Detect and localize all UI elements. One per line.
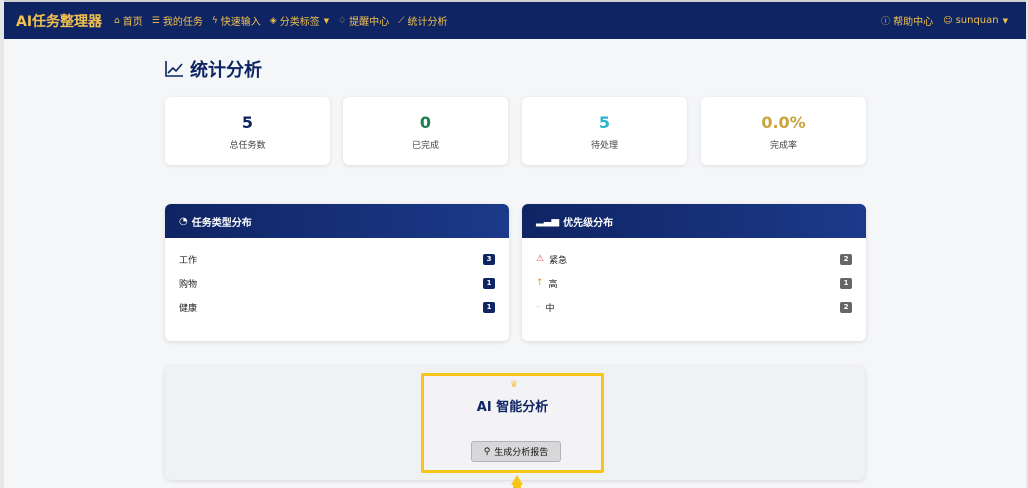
chevron-down-icon: ▼ bbox=[1002, 16, 1008, 25]
nav-item-my-tasks[interactable]: ☰ 我的任务 bbox=[151, 13, 203, 29]
pointer-arrow-stem bbox=[513, 484, 521, 488]
navbar-right: ⓘ 帮助中心 ☺ sunquan ▼ bbox=[881, 13, 1018, 28]
magic-wand-icon: ⚲ bbox=[483, 446, 491, 457]
type-label: 健康 bbox=[179, 303, 198, 314]
card-title: 任务类型分布 bbox=[191, 217, 252, 229]
nav-item-quick-input[interactable]: ϟ 快速输入 bbox=[211, 13, 261, 29]
dash-icon: – bbox=[536, 302, 541, 312]
priority-distribution-card: ▂▃▅ 优先级分布 ⚠ 紧急 2 ↑ 高 1 – 中 2 bbox=[522, 204, 866, 341]
count-badge: 2 bbox=[840, 301, 852, 313]
chevron-down-icon: ▼ bbox=[323, 16, 330, 25]
priority-item: ↑ 高 bbox=[536, 277, 558, 290]
user-menu[interactable]: ☺ sunquan ▼ bbox=[943, 15, 1008, 26]
nav-item-label: 分类标签 bbox=[279, 17, 320, 28]
top-navbar: AI任务整理器 ⌂ 首页 ☰ 我的任务 ϟ 快速输入 ◈ 分类标签 ▼ ♢ 提醒… bbox=[4, 2, 1026, 39]
nav-item-label: 快速输入 bbox=[220, 17, 261, 28]
stat-label: 待处理 bbox=[590, 141, 618, 151]
count-badge: 1 bbox=[840, 277, 852, 289]
list-item: ⚠ 紧急 2 bbox=[522, 247, 866, 271]
count-badge: 2 bbox=[840, 253, 852, 265]
help-circle-icon: ⓘ bbox=[881, 17, 891, 27]
signal-bars-icon: ▂▃▅ bbox=[536, 215, 560, 227]
pie-chart-icon: ◔ bbox=[179, 215, 188, 227]
nav-item-label: 我的任务 bbox=[162, 17, 203, 28]
arrow-up-icon: ↑ bbox=[536, 278, 544, 288]
nav-item-reminder-center[interactable]: ♢ 提醒中心 bbox=[338, 13, 390, 29]
page-title-text: 统计分析 bbox=[190, 60, 262, 81]
user-icon: ☺ bbox=[943, 15, 953, 26]
count-badge: 3 bbox=[483, 253, 495, 265]
nav-item-category-tags[interactable]: ◈ 分类标签 ▼ bbox=[269, 13, 330, 29]
list-item: 购物 1 bbox=[165, 271, 509, 295]
lightbulb-icon: ♛ bbox=[510, 380, 519, 390]
list-item: 工作 3 bbox=[165, 247, 509, 271]
chart-icon: ⟋ bbox=[398, 15, 405, 26]
brand-logo[interactable]: AI任务整理器 bbox=[16, 11, 102, 31]
task-type-distribution-card: ◔ 任务类型分布 工作 3 购物 1 健康 1 bbox=[165, 204, 509, 341]
bell-icon: ♢ bbox=[338, 15, 347, 26]
priority-label: 中 bbox=[545, 303, 555, 314]
card-body: ⚠ 紧急 2 ↑ 高 1 – 中 2 bbox=[522, 238, 866, 319]
stat-card-completion-rate: 0.0% 完成率 bbox=[701, 97, 866, 165]
type-label: 工作 bbox=[179, 255, 198, 266]
user-label: sunquan bbox=[955, 15, 999, 26]
stat-value: 5 bbox=[241, 113, 254, 132]
window-frame-left bbox=[0, 0, 4, 488]
priority-item: ⚠ 紧急 bbox=[536, 253, 567, 266]
stat-label: 总任务数 bbox=[229, 141, 266, 151]
priority-label: 高 bbox=[548, 279, 558, 290]
stat-card-total: 5 总任务数 bbox=[165, 97, 330, 165]
warning-icon: ⚠ bbox=[536, 254, 545, 264]
help-label: 帮助中心 bbox=[893, 17, 934, 28]
nav-item-label: 提醒中心 bbox=[349, 17, 390, 28]
card-header: ◔ 任务类型分布 bbox=[165, 204, 509, 238]
home-icon: ⌂ bbox=[114, 15, 120, 26]
list-item: – 中 2 bbox=[522, 295, 866, 319]
nav-item-label: 统计分析 bbox=[407, 17, 448, 28]
card-body: 工作 3 购物 1 健康 1 bbox=[165, 238, 509, 319]
priority-label: 紧急 bbox=[549, 255, 568, 266]
button-label: 生成分析报告 bbox=[494, 448, 549, 458]
generate-report-button[interactable]: ⚲ 生成分析报告 bbox=[471, 441, 561, 462]
card-title: 优先级分布 bbox=[563, 217, 614, 229]
count-badge: 1 bbox=[483, 277, 495, 289]
nav-item-home[interactable]: ⌂ 首页 bbox=[114, 13, 143, 29]
stat-value: 5 bbox=[598, 113, 611, 132]
stat-card-pending: 5 待处理 bbox=[522, 97, 687, 165]
stat-value: 0.0% bbox=[761, 113, 806, 132]
priority-item: – 中 bbox=[536, 301, 555, 314]
help-center-link[interactable]: ⓘ 帮助中心 bbox=[881, 13, 933, 28]
type-label: 购物 bbox=[179, 279, 198, 290]
stat-card-completed: 0 已完成 bbox=[343, 97, 508, 165]
nav-item-label: 首页 bbox=[122, 17, 143, 28]
bolt-icon: ϟ bbox=[211, 15, 218, 26]
stat-label: 完成率 bbox=[769, 141, 797, 151]
stat-value: 0 bbox=[419, 113, 432, 132]
card-header: ▂▃▅ 优先级分布 bbox=[522, 204, 866, 238]
list-icon: ☰ bbox=[151, 15, 160, 26]
nav-item-statistics[interactable]: ⟋ 统计分析 bbox=[398, 13, 448, 29]
tag-icon: ◈ bbox=[269, 15, 277, 26]
ai-analysis-title: AI 智能分析 bbox=[476, 400, 549, 415]
list-item: ↑ 高 1 bbox=[522, 271, 866, 295]
stat-label: 已完成 bbox=[411, 141, 439, 151]
count-badge: 1 bbox=[483, 301, 495, 313]
page-title: 统计分析 bbox=[164, 56, 262, 82]
line-chart-icon bbox=[165, 61, 183, 77]
list-item: 健康 1 bbox=[165, 295, 509, 319]
